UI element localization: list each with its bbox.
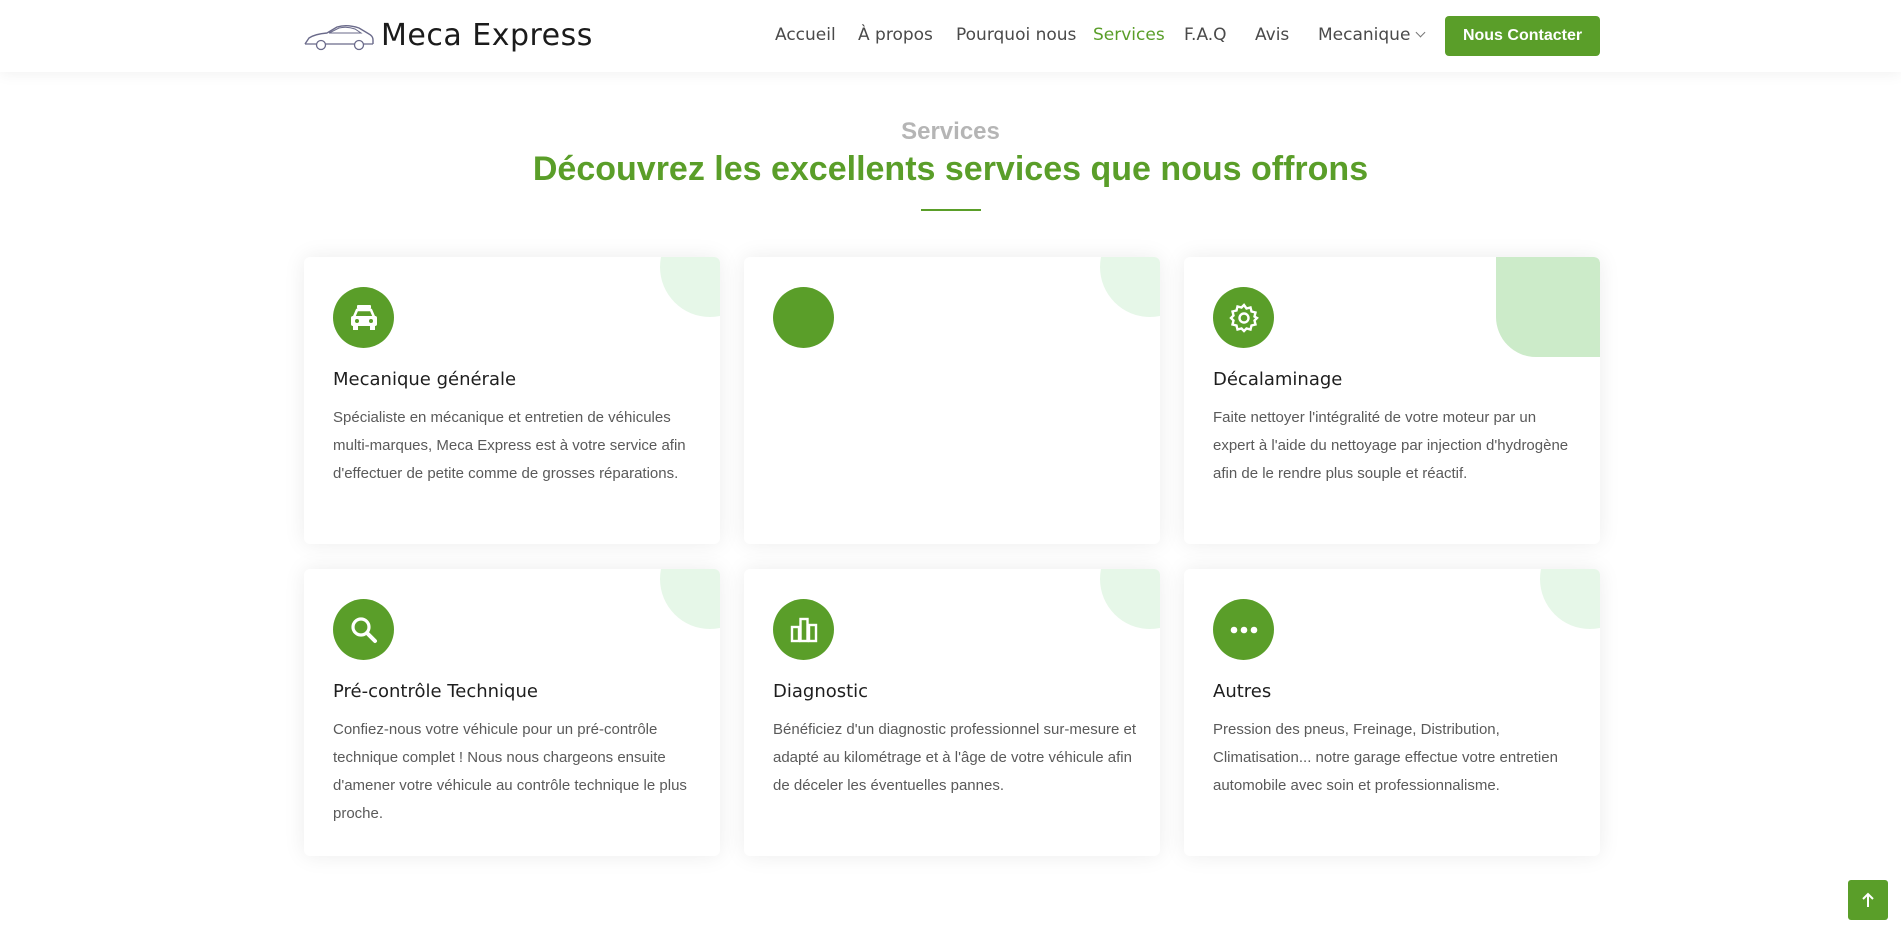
- site-header: Meca Express Accueil À propos Pourquoi n…: [0, 0, 1901, 72]
- car-icon: [333, 287, 394, 348]
- more-dots-icon: [1213, 599, 1274, 660]
- nav-faq[interactable]: F.A.Q: [1184, 24, 1227, 46]
- card-description: Pression des pneus, Freinage, Distributi…: [1213, 721, 1558, 794]
- bar-chart-icon: [773, 599, 834, 660]
- scroll-to-top-button[interactable]: [1848, 880, 1888, 920]
- search-icon: [333, 599, 394, 660]
- card-corner-decoration: [1100, 257, 1160, 317]
- card-description: Bénéficiez d'un diagnostic professionnel…: [773, 721, 1137, 794]
- card-title: Décalaminage: [1213, 369, 1343, 390]
- card-title: Mecanique générale: [333, 369, 517, 390]
- service-card-diagnostic[interactable]: Diagnostic Bénéficiez d'un diagnostic pr…: [744, 569, 1160, 856]
- card-description: Faite nettoyer l'intégralité de votre mo…: [1213, 409, 1569, 482]
- car-outline-icon: [304, 25, 374, 51]
- nav-services[interactable]: Services: [1093, 24, 1165, 46]
- card-corner-decoration: [1540, 569, 1600, 629]
- nav-a-propos[interactable]: À propos: [858, 24, 933, 46]
- service-card-precontrole[interactable]: Pré-contrôle Technique Confiez-nous votr…: [304, 569, 720, 856]
- blank-icon: [773, 287, 834, 348]
- chevron-down-icon: [1415, 27, 1426, 38]
- gear-icon: [1213, 287, 1274, 348]
- nav-mecanique-dropdown[interactable]: Mecanique: [1318, 24, 1426, 46]
- service-card-mecanique[interactable]: Mecanique générale Spécialiste en mécani…: [304, 257, 720, 544]
- card-title: Diagnostic: [773, 681, 869, 702]
- service-card-autres[interactable]: Autres Pression des pneus, Freinage, Dis…: [1184, 569, 1600, 856]
- section-title: Découvrez les excellents services que no…: [532, 150, 1369, 188]
- service-card-empty[interactable]: [744, 257, 1160, 544]
- card-corner-decoration: [1100, 569, 1160, 629]
- nav-pourquoi-nous[interactable]: Pourquoi nous: [956, 24, 1076, 46]
- brand-name: Meca Express: [381, 18, 593, 53]
- brand-logo[interactable]: Meca Express: [303, 18, 593, 54]
- card-corner-decoration: [660, 569, 720, 629]
- nav-avis[interactable]: Avis: [1255, 24, 1289, 46]
- card-title: Pré-contrôle Technique: [333, 681, 538, 702]
- nav-accueil[interactable]: Accueil: [775, 24, 836, 46]
- section-label: Services: [901, 118, 1000, 145]
- card-title: Autres: [1213, 681, 1272, 702]
- arrow-up-icon: [1862, 892, 1874, 907]
- title-underline: [921, 209, 981, 211]
- service-card-decalaminage[interactable]: Décalaminage Faite nettoyer l'intégralit…: [1184, 257, 1600, 544]
- card-description: Confiez-nous votre véhicule pour un pré-…: [333, 721, 687, 822]
- card-description: Spécialiste en mécanique et entretien de…: [333, 409, 686, 482]
- card-corner-decoration: [1496, 257, 1600, 357]
- nav-mecanique-label: Mecanique: [1318, 25, 1411, 45]
- card-corner-decoration: [660, 257, 720, 317]
- contact-button[interactable]: Nous Contacter: [1445, 16, 1600, 56]
